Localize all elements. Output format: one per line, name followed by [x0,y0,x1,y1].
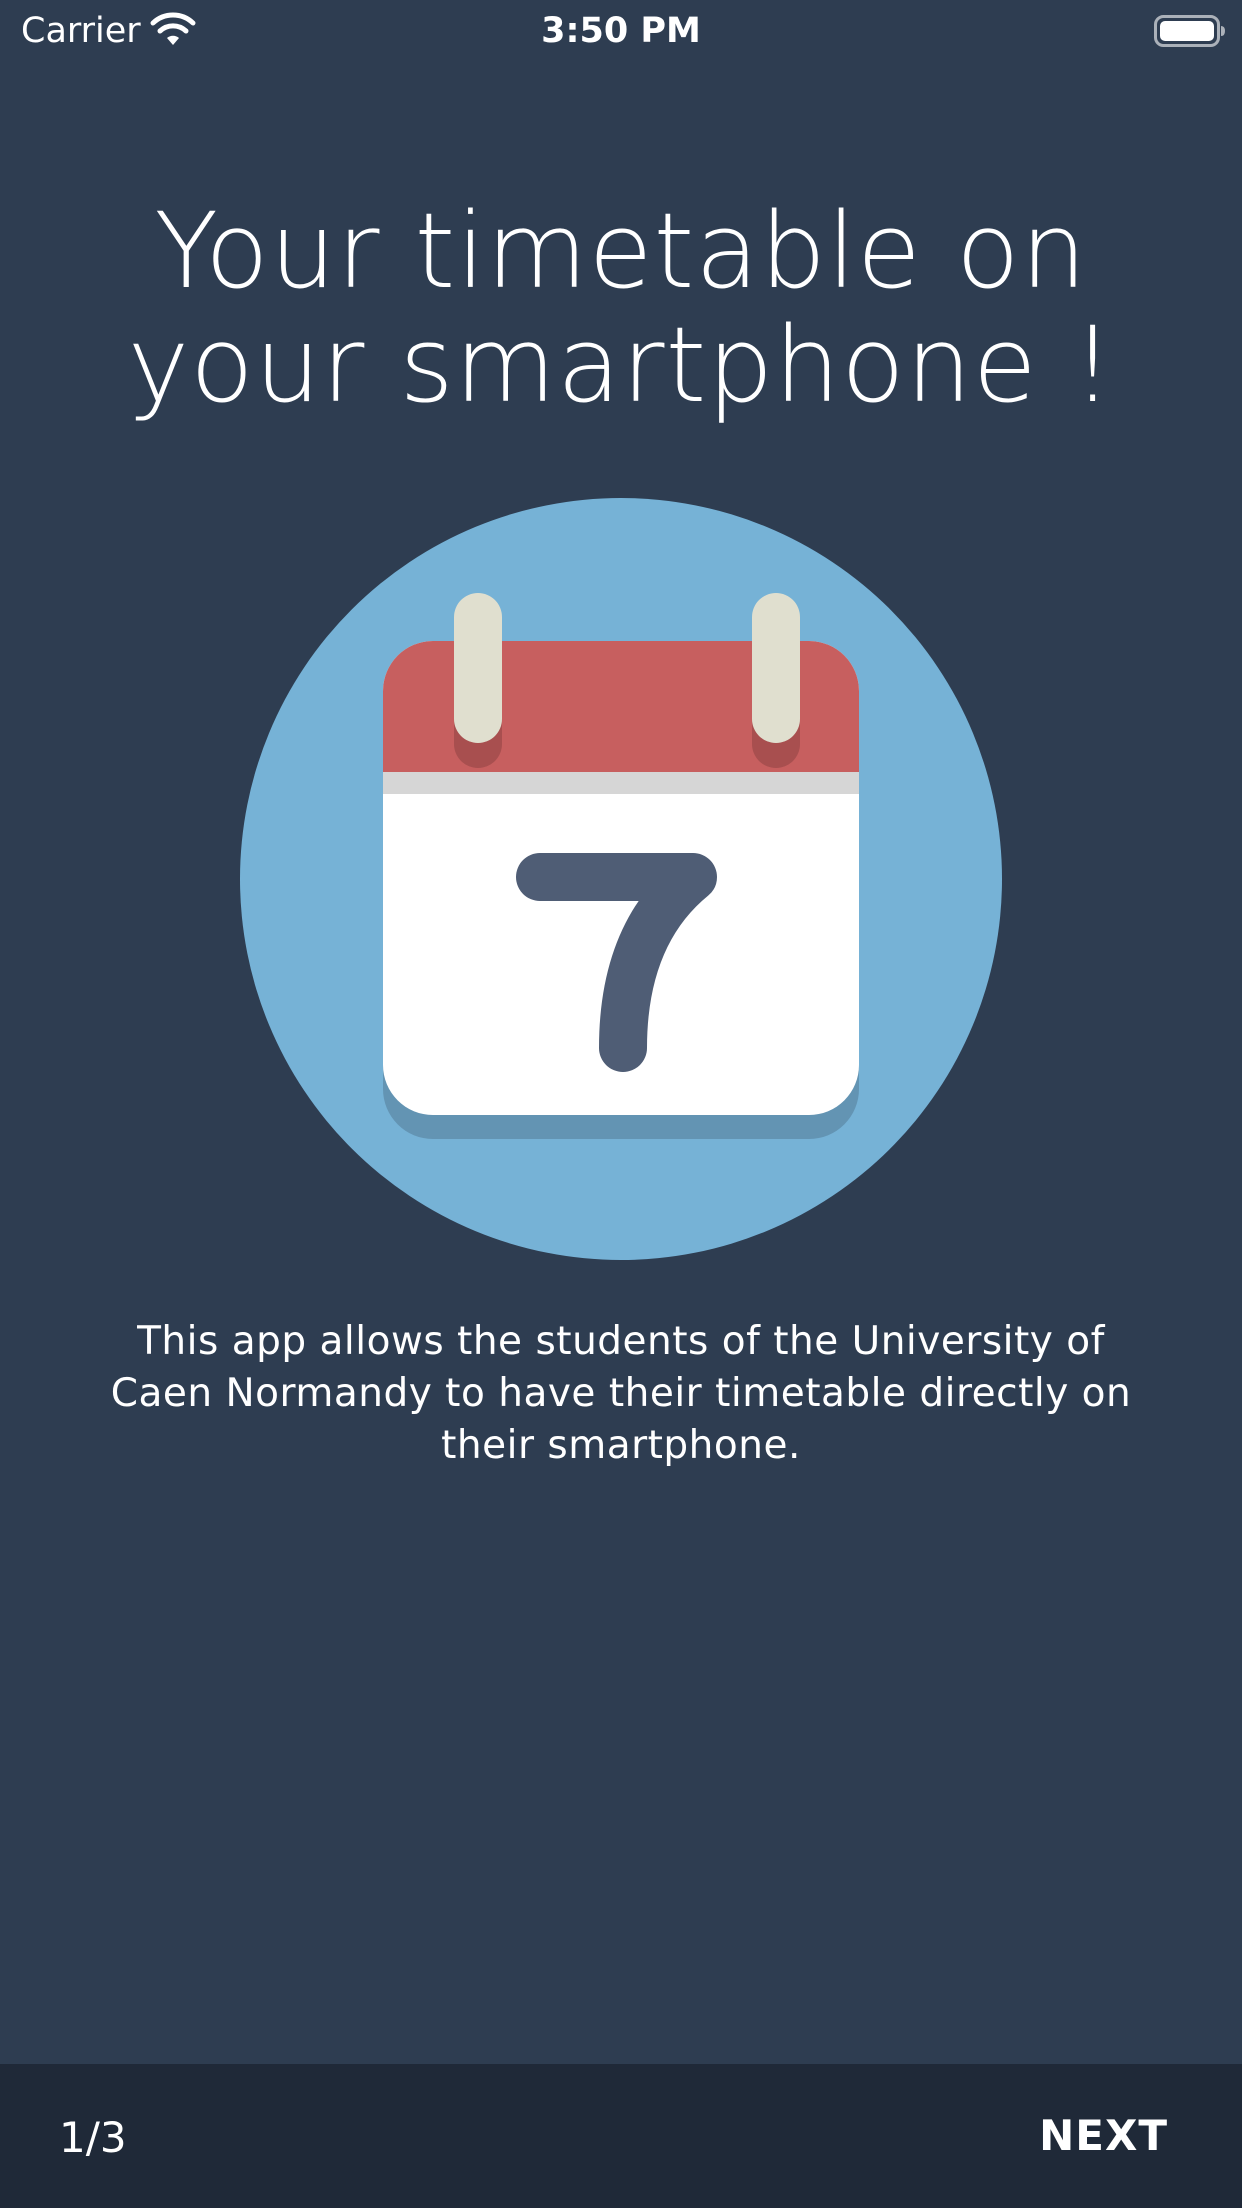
calendar-icon [240,498,1002,1260]
calendar-ring-right [752,593,800,743]
bottom-navigation-bar: 1/3 NEXT [0,2064,1242,2208]
battery-icon [1154,15,1225,47]
status-bar: Carrier 3:50 PM [0,0,1242,62]
next-button[interactable]: NEXT [1039,2111,1168,2161]
onboarding-description: This app allows the students of the Univ… [110,1319,1132,1468]
calendar-ring-left [454,593,502,743]
onboarding-title: Your timetable on your smartphone ! [60,194,1182,422]
title-line-2: your smartphone ! [127,304,1115,426]
page-indicator: 1/3 [59,2113,127,2162]
clock: 3:50 PM [541,11,701,51]
title-line-1: Your timetable on [154,190,1088,312]
